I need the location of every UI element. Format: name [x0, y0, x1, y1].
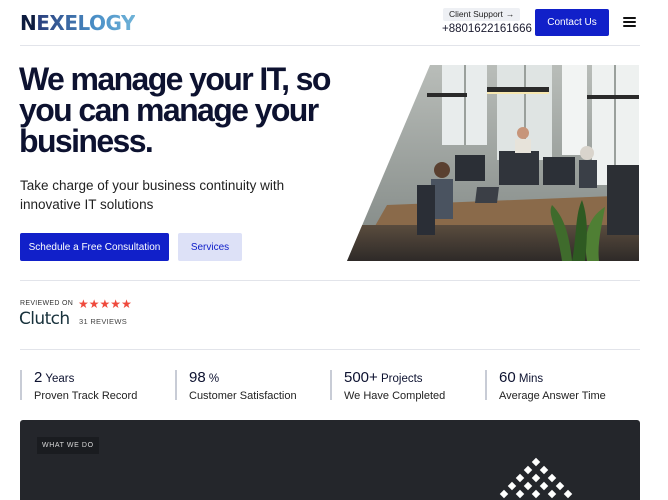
hero-subtitle: Take charge of your business continuity …: [20, 178, 285, 212]
what-we-do-tag: WHAT WE DO: [37, 437, 99, 454]
diamond-pattern-graphic: [499, 457, 573, 499]
hero-divider: [20, 280, 640, 281]
stat-label: Proven Track Record: [34, 390, 138, 402]
arrow-right-icon: →: [505, 9, 515, 19]
contact-us-button[interactable]: Contact Us: [535, 9, 609, 36]
star-icon: ★: [121, 297, 132, 311]
stat-answer-time: 60 Mins Average Answer Time: [485, 369, 606, 402]
rating-stars: ★ ★ ★ ★ ★: [78, 298, 132, 310]
clutch-divider: [20, 349, 640, 350]
phone-number[interactable]: +8801622161666: [442, 23, 532, 35]
stat-track-record: 2 Years Proven Track Record: [20, 370, 138, 402]
stat-label: We Have Completed: [344, 390, 446, 402]
client-support-link[interactable]: Client Support →: [443, 8, 521, 21]
stat-label: Customer Satisfaction: [189, 390, 297, 402]
logo-initial: N: [20, 11, 37, 35]
client-support-label: Client Support: [449, 9, 503, 19]
services-button[interactable]: Services: [178, 233, 242, 261]
clutch-logo[interactable]: Clutch: [19, 309, 70, 329]
what-we-do-section: WHAT WE DO: [20, 420, 640, 500]
reviewed-on-label: REVIEWED ON: [20, 300, 74, 307]
stat-value: 500+: [344, 369, 378, 386]
nexelogy-logo[interactable]: N EXELOGY: [20, 11, 135, 35]
stat-value: 98: [189, 369, 206, 386]
hamburger-menu-icon[interactable]: [623, 17, 636, 27]
header-divider: [20, 45, 640, 46]
reviews-count[interactable]: 31 REVIEWS: [79, 317, 127, 326]
stat-customer-satisfaction: 98 % Customer Satisfaction: [175, 369, 297, 402]
office-team-photo: [347, 65, 639, 261]
star-icon: ★: [110, 297, 122, 311]
stat-unit: Years: [42, 373, 75, 385]
stat-unit: Projects: [377, 373, 423, 385]
stat-unit: %: [205, 373, 220, 385]
star-icon: ★: [99, 297, 111, 311]
hero-title: We manage your IT, so you can manage you…: [19, 61, 331, 159]
schedule-consultation-button[interactable]: Schedule a Free Consultation: [20, 233, 169, 261]
star-icon: ★: [78, 297, 89, 311]
stat-value: 60: [499, 369, 516, 386]
stat-projects: 500+ Projects We Have Completed: [330, 369, 446, 402]
site-header: N EXELOGY Client Support → +8801622161666…: [0, 0, 668, 46]
logo-text: EXELOGY: [36, 11, 135, 35]
stat-unit: Mins: [515, 373, 544, 385]
star-icon: ★: [88, 297, 100, 311]
stat-label: Average Answer Time: [499, 390, 606, 402]
